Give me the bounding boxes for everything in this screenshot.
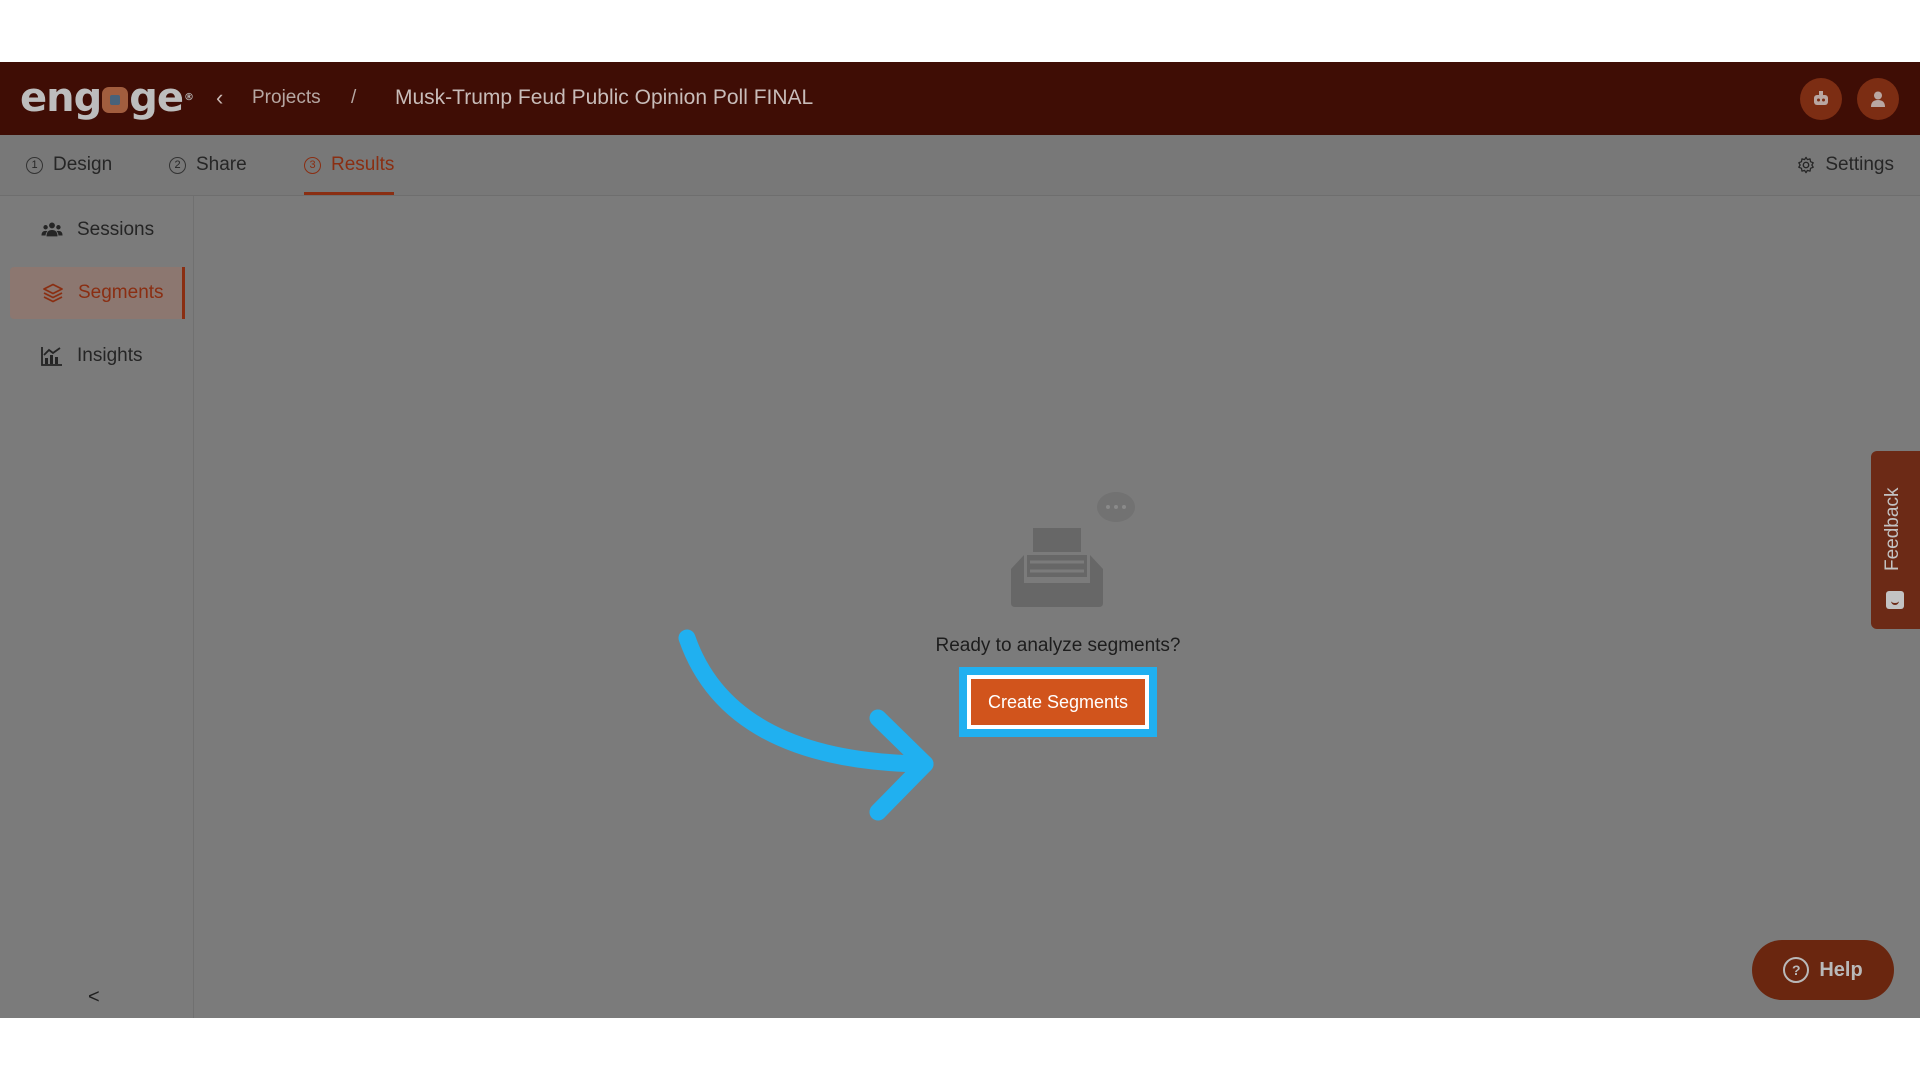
question-icon: ? (1783, 957, 1810, 983)
tab-results[interactable]: 3 Results (304, 135, 395, 195)
step-number: 2 (169, 156, 186, 174)
sidebar-item-sessions[interactable]: Sessions (10, 204, 185, 256)
step-number: 3 (304, 156, 321, 174)
layers-icon (43, 283, 63, 303)
tab-bar: 1 Design 2 Share 3 Results Settings (0, 135, 1920, 196)
project-title: Musk-Trump Feud Public Opinion Poll FINA… (395, 86, 814, 109)
cta-highlight-frame: Create Segments (959, 667, 1157, 737)
feedback-label: Feedback (1882, 487, 1903, 571)
assistant-button[interactable] (1800, 78, 1842, 120)
help-label: Help (1819, 958, 1863, 981)
app-window: eng ge® ‹ Projects / Musk-Trump Feud Publ… (0, 62, 1920, 1018)
user-icon (1871, 91, 1885, 107)
feedback-tab[interactable]: Feedback (1871, 451, 1920, 629)
logo-mark-icon (102, 87, 129, 113)
smile-icon (1886, 591, 1904, 609)
bot-icon (1814, 91, 1828, 105)
users-icon (41, 222, 63, 237)
sidebar-item-label: Sessions (77, 219, 155, 240)
gear-icon (1798, 156, 1815, 174)
top-header: eng ge® ‹ Projects / Musk-Trump Feud Publ… (0, 62, 1920, 135)
step-number: 1 (26, 156, 43, 174)
sidebar-item-label: Segments (78, 282, 164, 303)
help-button[interactable]: ? Help (1752, 940, 1894, 1000)
settings-button[interactable]: Settings (1797, 135, 1894, 195)
tab-share[interactable]: 2 Share (169, 135, 247, 195)
empty-state-message: Ready to analyze segments? (935, 635, 1181, 656)
tab-label: Results (331, 154, 395, 175)
tutorial-arrow-annotation (678, 629, 934, 821)
create-segments-button[interactable]: Create Segments (971, 679, 1145, 725)
empty-inbox-icon (1011, 492, 1135, 607)
chevron-left-icon[interactable]: ‹ (216, 86, 232, 110)
chart-icon (41, 347, 62, 366)
sidebar-item-insights[interactable]: Insights (10, 330, 185, 382)
settings-label: Settings (1825, 154, 1894, 175)
sidebar-item-segments[interactable]: Segments (10, 267, 185, 319)
profile-button[interactable] (1857, 78, 1899, 120)
engage-logo[interactable]: eng ge® (20, 78, 194, 118)
sidebar-item-label: Insights (77, 345, 143, 366)
breadcrumb-projects[interactable]: Projects (252, 87, 321, 109)
sidebar: Sessions Segments Insights < (0, 196, 194, 1018)
tab-label: Share (196, 154, 247, 175)
breadcrumb-separator: / (351, 87, 357, 108)
tab-label: Design (53, 154, 113, 175)
collapse-sidebar-button[interactable]: < (88, 986, 100, 1009)
tab-design[interactable]: 1 Design (26, 135, 112, 195)
